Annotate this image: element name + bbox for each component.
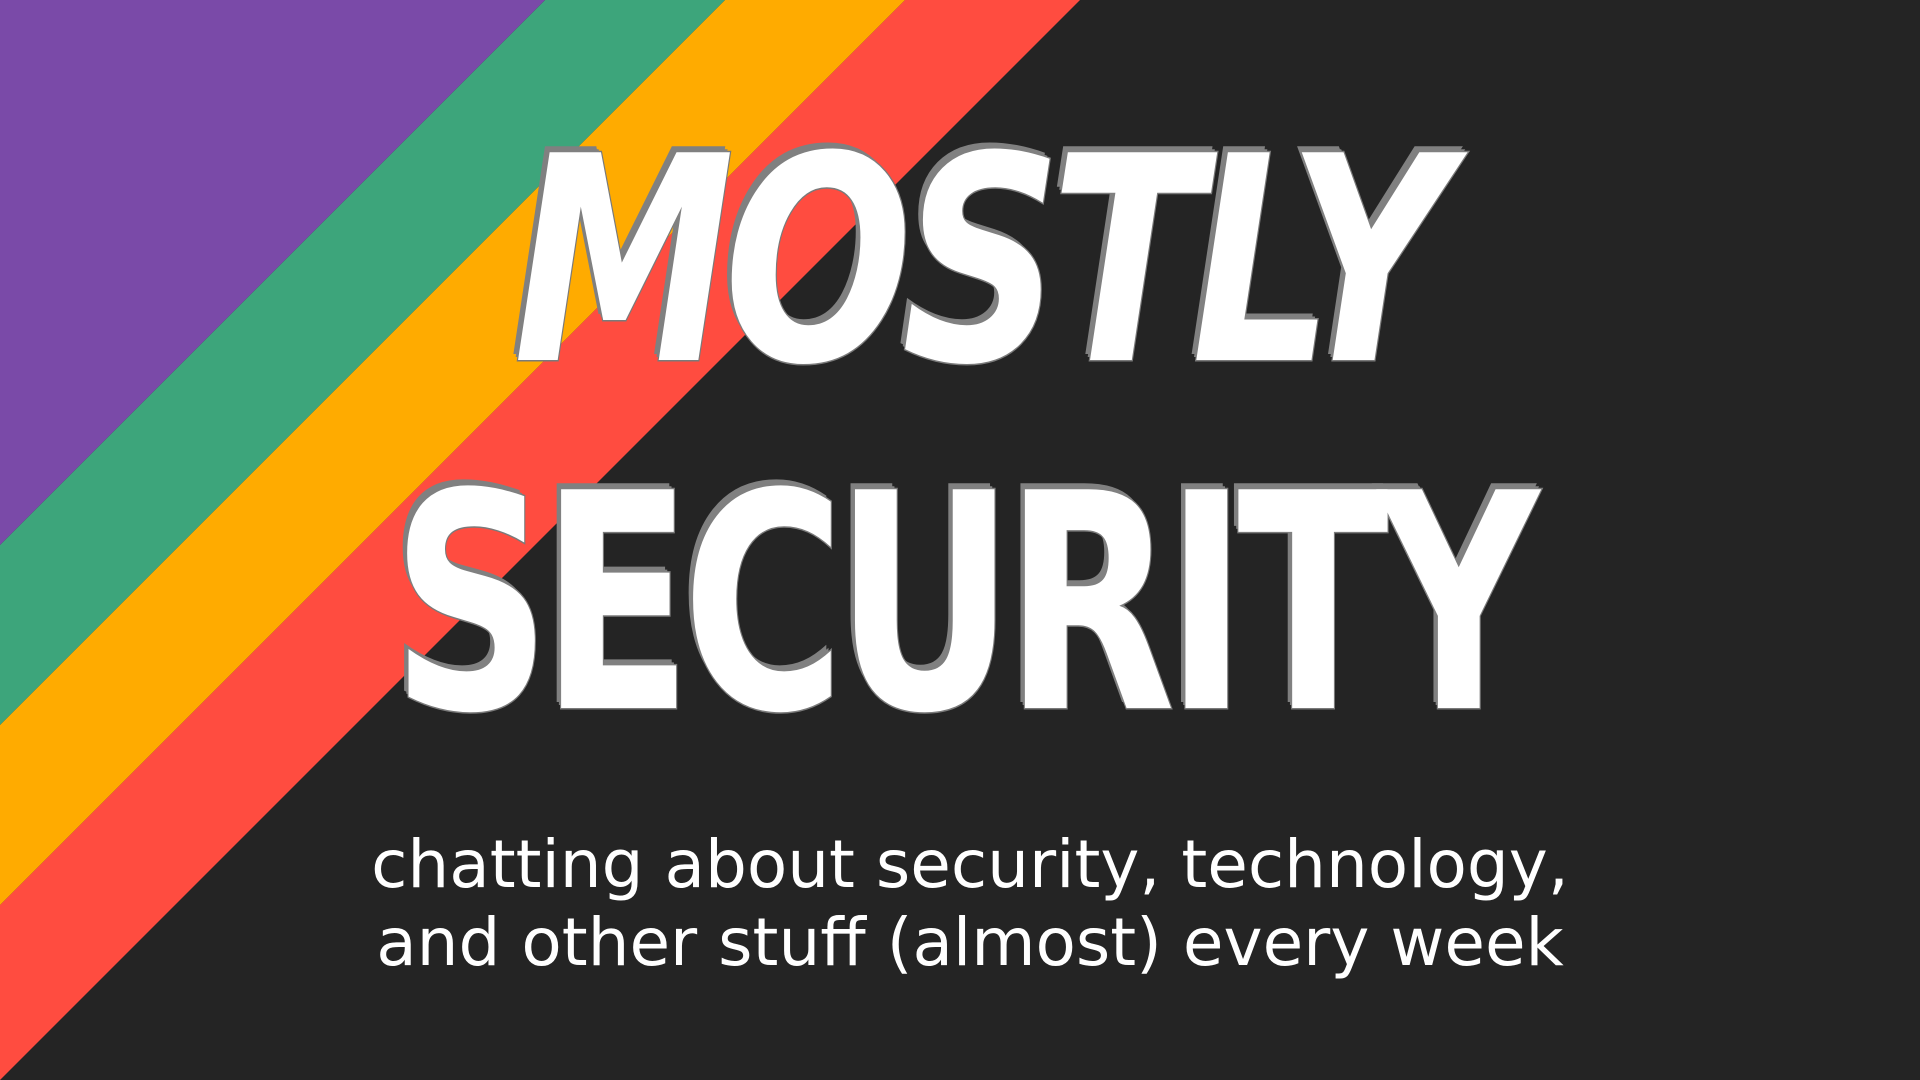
cover-art: MOSTLY SECURITY chatting about security,… xyxy=(0,0,1920,1080)
title-mostly: MOSTLY xyxy=(512,96,1450,428)
title-security: SECURITY xyxy=(390,430,1540,779)
subtitle-line-2: and other stuff (almost) every week xyxy=(376,904,1564,981)
subtitle-line-1: chatting about security, technology, xyxy=(371,826,1569,903)
